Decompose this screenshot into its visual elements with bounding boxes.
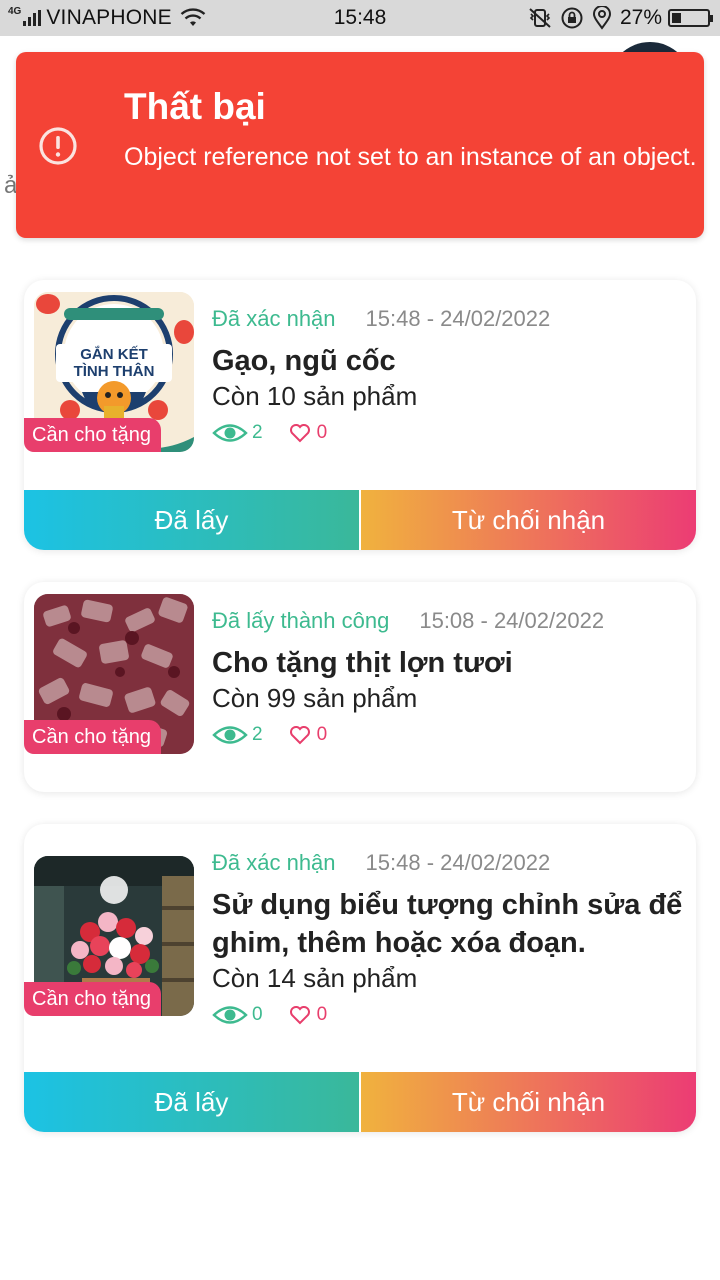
battery-icon (668, 9, 713, 27)
card-info: Đã lấy thành công 15:08 - 24/02/2022 Cho … (212, 606, 688, 750)
stock-count: Còn 10 sản phẩm (212, 381, 418, 411)
view-count: 2 (252, 422, 263, 443)
location-icon (592, 6, 611, 30)
error-circle-icon (39, 127, 77, 165)
stats-row: 2 0 (212, 418, 688, 448)
product-image: Cần cho tặng (24, 594, 194, 754)
heart-icon[interactable] (289, 423, 311, 443)
reject-button[interactable]: Từ chối nhận (361, 1072, 696, 1132)
status-line: Đã lấy thành công 15:08 - 24/02/2022 (212, 606, 688, 636)
rotation-lock-icon (561, 7, 583, 29)
product-image: GẮN KẾT TÌNH THÂN Cần cho tặng (24, 292, 194, 452)
like-count: 0 (316, 724, 328, 745)
product-title: Gạo, ngũ cốc (212, 345, 396, 377)
timestamp: 15:48 - 24/02/2022 (365, 850, 551, 875)
donation-card[interactable]: Cần cho tặng Đã lấy thành công 15:08 - 24… (24, 582, 696, 792)
need-give-tag: Cần cho tặng (24, 418, 161, 452)
eye-icon (212, 424, 248, 442)
error-toast[interactable]: Thất bại Object reference not set to an … (16, 52, 704, 238)
product-title: Sử dụng biểu tượng chỉnh sửa để ghim, th… (212, 889, 683, 959)
heart-icon[interactable] (289, 1005, 311, 1025)
banner-line-1: GẮN KẾT (80, 346, 148, 363)
timestamp: 15:48 - 24/02/2022 (365, 306, 551, 331)
donation-card[interactable]: GẮN KẾT TÌNH THÂN Cần cho tặng Đã xác nh… (24, 280, 696, 550)
view-count: 2 (252, 724, 263, 745)
card-actions: Đã lấy Từ chối nhận (24, 490, 696, 550)
stats-row: 2 0 (212, 720, 688, 750)
status-right: 27% (520, 0, 713, 36)
heart-icon[interactable] (289, 725, 311, 745)
status-text: Đã lấy thành công (212, 608, 390, 633)
product-title: Cho tặng thịt lợn tươi (212, 647, 513, 679)
battery-percent: 27% (619, 6, 662, 29)
need-give-tag: Cần cho tặng (24, 720, 161, 754)
taken-button[interactable]: Đã lấy (24, 1072, 359, 1132)
eye-icon (212, 1006, 248, 1024)
toast-message: Object reference not set to an instance … (124, 143, 697, 171)
stats-row: 0 0 (212, 1000, 688, 1030)
stock-count: Còn 14 sản phẩm (212, 963, 418, 993)
status-line: Đã xác nhận 15:48 - 24/02/2022 (212, 848, 688, 878)
need-give-tag: Cần cho tặng (24, 982, 161, 1016)
status-text: Đã xác nhận (212, 306, 336, 331)
toast-title: Thất bại (124, 86, 266, 127)
card-actions: Đã lấy Từ chối nhận (24, 1072, 696, 1132)
taken-button[interactable]: Đã lấy (24, 490, 359, 550)
banner-line-2: TÌNH THÂN (73, 363, 155, 380)
status-bar: 4G VINAPHONE 15:48 27% (0, 0, 720, 36)
card-info: Đã xác nhận 15:48 - 24/02/2022 Sử dụng bi… (212, 848, 688, 1030)
like-count: 0 (316, 422, 328, 443)
like-count: 0 (316, 1004, 328, 1025)
product-image: Cần cho tặng (24, 856, 194, 1016)
donation-card[interactable]: Cần cho tặng Đã xác nhận 15:48 - 24/02/20… (24, 824, 696, 1132)
status-text: Đã xác nhận (212, 850, 336, 875)
view-count: 0 (252, 1004, 263, 1025)
timestamp: 15:08 - 24/02/2022 (419, 608, 605, 633)
banner-text: GẮN KẾT TÌNH THÂN (56, 346, 172, 380)
status-line: Đã xác nhận 15:48 - 24/02/2022 (212, 304, 688, 334)
card-info: Đã xác nhận 15:48 - 24/02/2022 Gạo, ngũ c… (212, 304, 688, 448)
reject-button[interactable]: Từ chối nhận (361, 490, 696, 550)
vibrate-icon (529, 8, 551, 28)
eye-icon (212, 726, 248, 744)
stock-count: Còn 99 sản phẩm (212, 683, 418, 713)
